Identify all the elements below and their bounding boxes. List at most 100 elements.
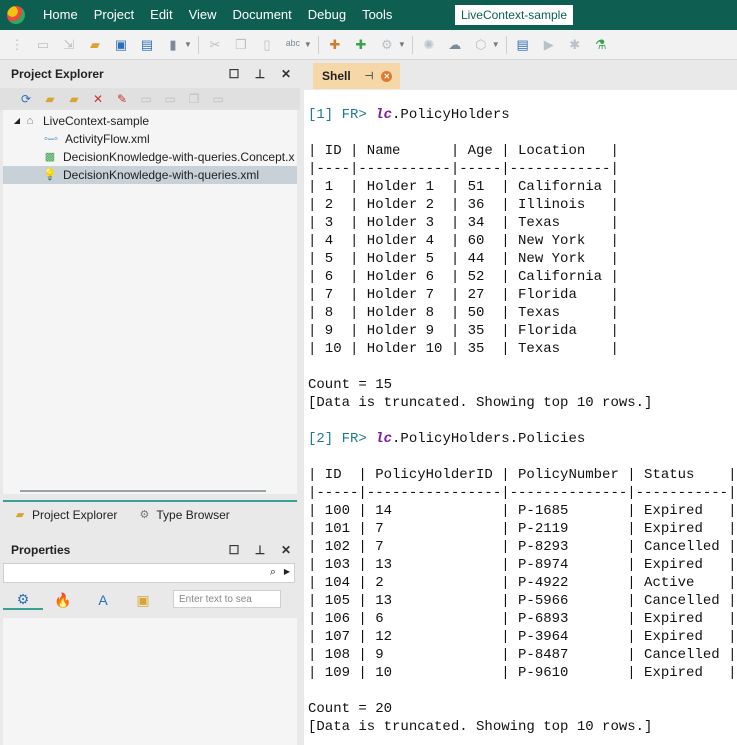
test-flask-icon[interactable]: ⚗ (593, 37, 609, 53)
menu-home[interactable]: Home (35, 0, 86, 30)
chevron-down-icon[interactable]: ▼ (304, 40, 312, 49)
tree-item[interactable]: ◦–◦ ActivityFlow.xml (43, 130, 150, 148)
maximize-icon[interactable]: ☐ (226, 67, 242, 81)
run-icon[interactable]: ▶ (541, 37, 557, 53)
shell-console[interactable]: [1] FR> lc.PolicyHolders | ID | Name | Ag… (304, 90, 737, 745)
table-divider: |-----|----------------|--------------|-… (308, 485, 737, 501)
add-document-icon[interactable]: ✚ (353, 37, 369, 53)
table-row: | 102 | 7 | P-8293 | Cancelled | (308, 539, 737, 555)
shell-prompt-line: [1] FR> lc.PolicyHolders (308, 106, 510, 124)
pin-icon[interactable]: ⊣ (365, 71, 374, 82)
console-icon[interactable]: ▤ (515, 37, 531, 53)
tree-item-label: DecisionKnowledge-with-queries.xml (63, 168, 260, 182)
import-icon[interactable]: ⇲ (61, 37, 77, 53)
table-row: | 7 | Holder 7 | 27 | Florida | (308, 287, 619, 303)
save-icon[interactable]: ▣ (113, 37, 129, 53)
spellcheck-icon[interactable]: ᵃᵇᶜ (285, 37, 301, 53)
tree-root-label: LiveContext-sample (43, 114, 150, 128)
menu-debug[interactable]: Debug (300, 0, 354, 30)
cut-icon[interactable]: ✂ (207, 37, 223, 53)
package-icon[interactable]: ⬡ (473, 37, 489, 53)
pin-icon[interactable]: ⊥ (252, 543, 268, 557)
project-explorer-icon: ▰ (15, 509, 25, 521)
table-divider: |----|-----------|-----|------------| (308, 161, 619, 177)
close-icon[interactable]: ✕ (381, 70, 393, 82)
cloud-upload-icon[interactable]: ☁ (447, 37, 463, 53)
tree-item-selected[interactable]: 💡 DecisionKnowledge-with-queries.xml (3, 166, 297, 184)
tab-project-explorer-label: Project Explorer (32, 508, 118, 522)
grip-icon: ⋮ (10, 36, 24, 52)
events-tab-icon[interactable]: 🔥 (43, 592, 83, 609)
chevron-down-icon[interactable]: ▼ (492, 40, 500, 49)
truncation-note: [Data is truncated. Showing top 10 rows.… (308, 719, 653, 735)
project-tree: ◢ ⌂ LiveContext-sample ◦–◦ ActivityFlow.… (3, 110, 297, 494)
table-row: | 2 | Holder 2 | 36 | Illinois | (308, 197, 619, 213)
properties-search-input[interactable]: Enter text to sea (173, 590, 281, 608)
document-settings-icon[interactable]: ⚙ (379, 37, 395, 53)
property-selector-input[interactable]: ⌕ ▶ (3, 563, 295, 583)
main-toolbar: ⋮ ▭ ⇲ ▰ ▣ ▤ ▮ ▼ ✂ ❐ ▯ ᵃᵇᶜ ▼ ✚ ✚ ⚙ ▼ ✺ ☁ … (0, 30, 737, 60)
paste-icon[interactable]: ▯ (259, 37, 275, 53)
truncation-note: [Data is truncated. Showing top 10 rows.… (308, 395, 653, 411)
explorer-bottom-tabs: ▰ Project Explorer ⚙ Type Browser (3, 500, 297, 528)
open-folder-icon[interactable]: ▰ (87, 37, 103, 53)
debug-icon[interactable]: ✱ (567, 37, 583, 53)
copy-icon[interactable]: ❐ (233, 37, 249, 53)
remove-file-icon[interactable]: ▭ (210, 91, 226, 107)
pin-icon[interactable]: ⊥ (252, 67, 268, 81)
new-document-icon[interactable]: ✚ (327, 37, 343, 53)
chevron-right-icon[interactable]: ▶ (284, 567, 290, 576)
menu-bar: Home Project Edit View Document Debug To… (0, 0, 737, 30)
add-file-icon[interactable]: ▭ (162, 91, 178, 107)
chevron-down-icon[interactable]: ▼ (184, 40, 192, 49)
maximize-icon[interactable]: ☐ (226, 543, 242, 557)
table-row: | 1 | Holder 1 | 51 | California | (308, 179, 619, 195)
query-expression: .PolicyHolders (392, 107, 510, 123)
settings-tab-icon[interactable]: ⚙ (3, 591, 43, 610)
toolbar-divider (197, 35, 199, 54)
tab-shell[interactable]: Shell ⊣ ✕ (313, 63, 400, 89)
tab-project-explorer[interactable]: ▰ Project Explorer (13, 508, 118, 522)
deploy-icon[interactable]: ✺ (421, 37, 437, 53)
menu-edit[interactable]: Edit (142, 0, 180, 30)
chevron-down-icon[interactable]: ▼ (398, 40, 406, 49)
panel-buttons: ☐ ⊥ ✕ (216, 60, 294, 88)
table-row: | 101 | 7 | P-2119 | Expired | (308, 521, 737, 537)
refresh-icon[interactable]: ⟳ (18, 91, 34, 107)
expand-arrow-icon[interactable]: ◢ (13, 114, 21, 128)
menu-view[interactable]: View (181, 0, 225, 30)
new-project-icon[interactable]: ▭ (35, 37, 51, 53)
table-row: | 10 | Holder 10 | 35 | Texas | (308, 341, 619, 357)
toolbar-divider (411, 35, 413, 54)
menu-project[interactable]: Project (86, 0, 142, 30)
shell-panel: Shell ⊣ ✕ [1] FR> lc.PolicyHolders | ID |… (300, 60, 737, 745)
table-row: | 4 | Holder 4 | 60 | New York | (308, 233, 619, 249)
table-row: | 108 | 9 | P-8487 | Cancelled | (308, 647, 737, 663)
save-all-icon[interactable]: ▤ (139, 37, 155, 53)
tab-type-browser-label: Type Browser (156, 508, 230, 522)
properties-title: Properties (11, 543, 71, 557)
delete-icon[interactable]: ✕ (90, 91, 106, 107)
new-folder-icon[interactable]: ▰ (42, 91, 58, 107)
add-folder-icon[interactable]: ▰ (66, 91, 82, 107)
table-row: | 100 | 14 | P-1685 | Expired | (308, 503, 737, 519)
menu-document[interactable]: Document (225, 0, 300, 30)
window-title: LiveContext-sample (454, 5, 573, 25)
close-icon[interactable]: ✕ (278, 67, 294, 81)
concept-icon: ▩ (44, 151, 56, 163)
edit-icon[interactable]: ✎ (114, 91, 130, 107)
menu-tools[interactable]: Tools (354, 0, 400, 30)
horizontal-scrollbar[interactable] (20, 490, 266, 492)
advanced-tab-icon[interactable]: ▣ (123, 592, 163, 609)
close-icon[interactable]: ✕ (278, 543, 294, 557)
styles-tab-icon[interactable]: A (83, 592, 123, 608)
copy-file-icon[interactable]: ❐ (186, 91, 202, 107)
tree-item[interactable]: ▩ DecisionKnowledge-with-queries.Concept… (43, 148, 295, 166)
table-row: | 5 | Holder 5 | 44 | New York | (308, 251, 619, 267)
shell-tab-label: Shell (322, 69, 351, 83)
new-file-icon[interactable]: ▭ (138, 91, 154, 107)
query-expression: .PolicyHolders.Policies (392, 431, 586, 447)
tab-type-browser[interactable]: ⚙ Type Browser (137, 508, 229, 522)
publish-icon[interactable]: ▮ (165, 37, 181, 53)
tree-root[interactable]: ◢ ⌂ LiveContext-sample (13, 112, 149, 130)
